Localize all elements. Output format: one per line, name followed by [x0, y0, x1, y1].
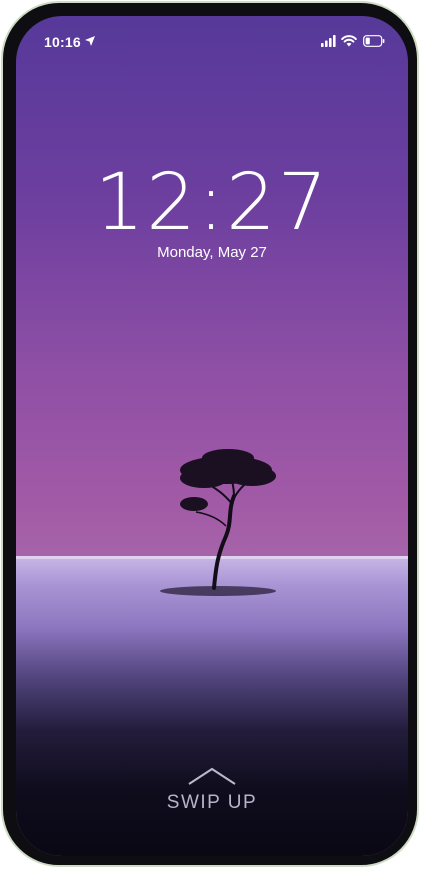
tree-illustration: [160, 449, 276, 596]
wifi-icon: [341, 35, 357, 47]
swipe-up-control[interactable]: SWIP UP: [16, 766, 408, 814]
status-time: 10:16: [44, 34, 81, 50]
location-arrow-icon: [85, 36, 95, 46]
chevron-up-icon: [188, 767, 236, 785]
status-bar: 10:16: [16, 16, 408, 66]
lock-clock: 12:27: [94, 158, 330, 248]
lock-screen: 10:16 12:27 Monday, May 27 SWIP UP: [16, 16, 408, 856]
cellular-signal-icon: [321, 35, 336, 47]
phone-frame: 10:16 12:27 Monday, May 27 SWIP UP: [1, 1, 419, 867]
battery-icon: [363, 35, 385, 47]
swipe-up-label: SWIP UP: [166, 792, 258, 813]
lock-date: Monday, May 27: [157, 244, 267, 261]
